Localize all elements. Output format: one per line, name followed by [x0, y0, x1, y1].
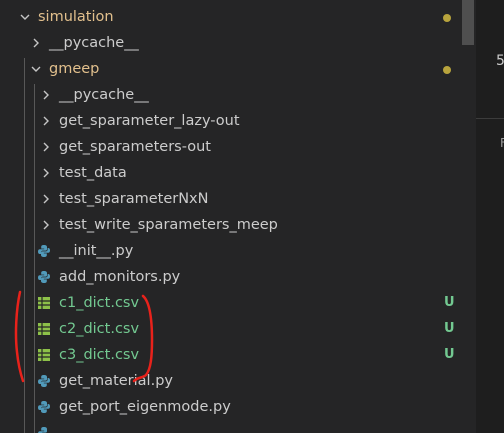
file-label: get_port_eigenmode.py [59, 399, 231, 415]
folder-label: test_data [59, 165, 127, 181]
file-label: c3_dict.csv [59, 347, 140, 363]
tree-row-file[interactable]: get_port_eigenmode.py [0, 394, 462, 420]
folder-label: __pycache__ [49, 35, 139, 51]
tree-row-simulation[interactable]: simulation [0, 4, 462, 30]
tree-row-file[interactable]: __init__.py [0, 238, 462, 264]
chevron-right-icon [39, 192, 53, 206]
tree-row-file[interactable]: c3_dict.csv U [0, 342, 462, 368]
pane-divider [476, 118, 504, 119]
file-label: c2_dict.csv [59, 321, 140, 337]
scrollbar-track[interactable] [462, 0, 476, 433]
tree-row-file-partial[interactable] [0, 420, 462, 433]
tree-row-folder[interactable]: get_sparameter_lazy-out [0, 108, 462, 134]
git-status-badge: U [444, 347, 455, 362]
tree-row-file[interactable]: add_monitors.py [0, 264, 462, 290]
csv-icon [38, 349, 50, 361]
chevron-right-icon [39, 218, 53, 232]
tree-row-file[interactable]: c1_dict.csv U [0, 290, 462, 316]
python-icon [38, 245, 50, 257]
chevron-right-icon [29, 36, 43, 50]
chevron-down-icon [29, 62, 43, 76]
file-label: add_monitors.py [59, 269, 181, 285]
chevron-down-icon [18, 10, 32, 24]
python-icon [38, 427, 47, 433]
git-status-badge: U [444, 321, 455, 336]
modified-dot [443, 14, 451, 22]
file-label: c1_dict.csv [59, 295, 140, 311]
tree-row-file[interactable]: get_material.py [0, 368, 462, 394]
chevron-right-icon [39, 166, 53, 180]
tree-row-folder[interactable]: test_write_sparameters_meep [0, 212, 462, 238]
folder-label: get_sparameter_lazy-out [59, 113, 240, 129]
tree-row-folder[interactable]: test_data [0, 160, 462, 186]
python-icon [38, 375, 50, 387]
folder-label: test_sparameterNxN [59, 191, 209, 207]
folder-label: get_sparameters-out [59, 139, 211, 155]
folder-label: simulation [38, 9, 114, 25]
chevron-right-icon [39, 114, 53, 128]
csv-icon [38, 323, 50, 335]
git-status-badge: U [444, 295, 455, 310]
tree-row-gmeep[interactable]: gmeep [0, 56, 462, 82]
folder-label: gmeep [49, 61, 100, 77]
folder-label: test_write_sparameters_meep [59, 217, 278, 233]
python-icon [38, 401, 50, 413]
modified-dot [443, 66, 451, 74]
panel-text: F [500, 136, 504, 150]
tree-row-folder[interactable]: test_sparameterNxN [0, 186, 462, 212]
editor-text: 5 [496, 53, 504, 69]
python-icon [38, 271, 50, 283]
file-label: get_material.py [59, 373, 173, 389]
csv-icon [38, 297, 50, 309]
tree-row-pycache[interactable]: __pycache__ [0, 30, 462, 56]
tree-row-file[interactable]: c2_dict.csv U [0, 316, 462, 342]
chevron-right-icon [39, 140, 53, 154]
chevron-right-icon [39, 88, 53, 102]
folder-label: __pycache__ [59, 87, 149, 103]
file-label: __init__.py [59, 243, 134, 259]
file-explorer-tree: simulation __pycache__ gmeep __pycache__… [0, 0, 462, 433]
scrollbar-thumb[interactable] [462, 0, 474, 45]
tree-row-folder[interactable]: __pycache__ [0, 82, 462, 108]
tree-row-folder[interactable]: get_sparameters-out [0, 134, 462, 160]
